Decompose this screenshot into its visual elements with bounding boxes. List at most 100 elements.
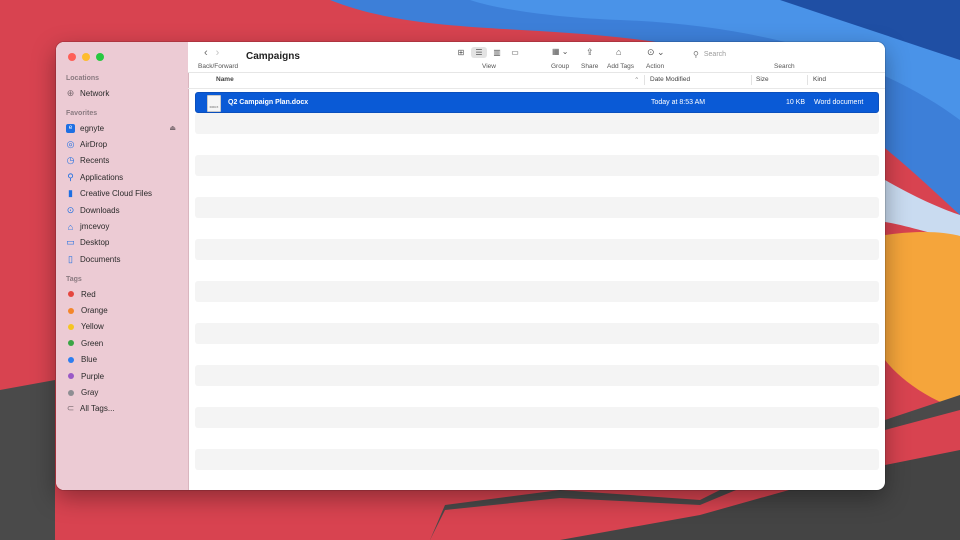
sidebar-item-label: AirDrop — [80, 140, 108, 150]
sidebar-item-network[interactable]: ⊕ Network — [56, 85, 188, 101]
column-divider[interactable] — [807, 75, 808, 85]
word-document-icon: DOCX — [207, 95, 221, 112]
empty-row — [195, 386, 879, 407]
tag-dot-icon — [68, 307, 74, 314]
add-tags-caption: Add Tags — [607, 63, 634, 70]
sidebar-section-tags: Tags Red Orange Yellow Green Blue Purple… — [56, 274, 188, 417]
eject-icon[interactable]: ⏏ — [169, 124, 176, 132]
document-icon: ▮ — [68, 188, 73, 199]
back-forward-caption: Back/Forward — [198, 63, 239, 70]
tag-dot-icon — [68, 389, 74, 396]
icon-view-icon[interactable]: ⊞ — [453, 47, 469, 58]
sidebar-item-applications[interactable]: ⚲ Applications — [56, 169, 188, 185]
column-header: Name ⌃ Date Modified Size Kind — [188, 73, 885, 89]
sidebar-heading: Tags — [66, 276, 82, 283]
group-caption: Group — [551, 63, 570, 70]
empty-row — [195, 113, 879, 134]
search-input[interactable]: Search — [704, 51, 726, 58]
sidebar-item-label: Network — [80, 88, 110, 98]
sidebar: Locations ⊕ Network Favorites e egnyte ⏏… — [56, 42, 189, 490]
sidebar-item-desktop[interactable]: ▭ Desktop — [56, 235, 188, 251]
share-caption: Share — [581, 63, 599, 70]
window-title: Campaigns — [246, 51, 300, 62]
sidebar-item-label: Applications — [80, 172, 124, 182]
empty-row — [195, 323, 879, 344]
sidebar-item-tag-gray[interactable]: Gray — [56, 384, 188, 400]
search-icon: ⚲ — [693, 49, 699, 59]
sidebar-heading: Locations — [66, 75, 100, 82]
sidebar-item-egnyte[interactable]: e egnyte ⏏ — [56, 120, 188, 136]
tag-dot-icon — [68, 291, 74, 298]
tag-dot-icon — [68, 323, 74, 330]
tag-dot-icon — [68, 340, 74, 347]
back-arrow-icon[interactable]: ‹ — [204, 47, 208, 59]
column-name[interactable]: Name — [216, 76, 234, 83]
sidebar-item-documents[interactable]: ▯ Documents — [56, 251, 188, 267]
add-tags-button[interactable]: ⌂ — [616, 47, 621, 57]
group-button[interactable]: ▦ ⌄ — [552, 47, 568, 56]
column-size[interactable]: Size — [756, 76, 769, 83]
empty-row — [195, 155, 879, 176]
share-button[interactable]: ⇪ — [586, 47, 594, 58]
empty-row — [195, 134, 879, 155]
airdrop-icon: ◎ — [66, 139, 75, 150]
forward-arrow-icon[interactable]: › — [216, 47, 220, 59]
applications-icon: ⚲ — [67, 171, 74, 182]
close-window-button[interactable] — [68, 53, 76, 61]
sidebar-item-tag-yellow[interactable]: Yellow — [56, 319, 188, 335]
empty-row — [195, 407, 879, 428]
sidebar-item-label: Downloads — [80, 205, 120, 215]
file-date-modified: Today at 8:53 AM — [651, 99, 706, 106]
sidebar-item-tag-red[interactable]: Red — [56, 286, 188, 302]
search-field[interactable]: ⚲ Search — [693, 48, 868, 60]
sidebar-item-tag-purple[interactable]: Purple — [56, 368, 188, 384]
sidebar-item-label: Desktop — [80, 238, 110, 248]
column-date-modified[interactable]: Date Modified — [650, 76, 690, 83]
gallery-view-icon[interactable]: ▭ — [507, 47, 523, 58]
column-view-icon[interactable]: ▥ — [489, 47, 505, 58]
empty-row — [195, 344, 879, 365]
view-switcher: ⊞ ☰ ▥ ▭ — [453, 47, 525, 58]
sidebar-item-label: Purple — [81, 371, 105, 381]
group-icon: ▦ ⌄ — [552, 47, 569, 56]
sidebar-item-recents[interactable]: ◷ Recents — [56, 153, 188, 169]
empty-row — [195, 260, 879, 281]
download-icon: ⊙ — [66, 204, 75, 215]
sidebar-item-label: Creative Cloud Files — [80, 189, 153, 199]
sidebar-item-label: Blue — [81, 355, 98, 365]
view-caption: View — [482, 63, 496, 70]
sidebar-item-label: egnyte — [80, 123, 105, 133]
sidebar-item-tag-orange[interactable]: Orange — [56, 302, 188, 318]
column-divider[interactable] — [751, 75, 752, 85]
search-caption: Search — [774, 63, 795, 70]
sidebar-item-tag-blue[interactable]: Blue — [56, 352, 188, 368]
window-controls — [68, 53, 104, 61]
sidebar-item-jmcevoy[interactable]: ⌂ jmcevoy — [56, 218, 188, 234]
sidebar-item-label: jmcevoy — [80, 222, 110, 232]
empty-row — [195, 302, 879, 323]
sidebar-item-all-tags[interactable]: ⊂ All Tags... — [56, 401, 188, 417]
empty-row — [195, 176, 879, 197]
list-view-icon[interactable]: ☰ — [471, 47, 487, 58]
sidebar-item-downloads[interactable]: ⊙ Downloads — [56, 202, 188, 218]
action-button[interactable]: ⊙ ⌄ — [647, 47, 665, 58]
sidebar-item-label: Yellow — [81, 322, 104, 332]
file-size: 10 KB — [786, 99, 806, 106]
empty-row — [195, 197, 879, 218]
sidebar-item-creative-cloud-files[interactable]: ▮ Creative Cloud Files — [56, 186, 188, 202]
file-list: Name ⌃ Date Modified Size Kind DOCX Q2 C… — [188, 73, 885, 490]
sort-chevron-icon[interactable]: ⌃ — [634, 76, 639, 84]
toolbar: ‹ › Back/Forward Campaigns ⊞ ☰ ▥ ▭ View ▦… — [188, 42, 885, 73]
column-divider[interactable] — [644, 75, 645, 85]
zoom-window-button[interactable] — [96, 53, 104, 61]
column-kind[interactable]: Kind — [813, 76, 826, 83]
sidebar-item-tag-green[interactable]: Green — [56, 335, 188, 351]
sidebar-item-label: Red — [81, 289, 96, 299]
minimize-window-button[interactable] — [82, 53, 90, 61]
sidebar-item-airdrop[interactable]: ◎ AirDrop — [56, 136, 188, 152]
sidebar-section-favorites: Favorites e egnyte ⏏ ◎ AirDrop ◷ Recents… — [56, 108, 188, 268]
file-row[interactable]: DOCX Q2 Campaign Plan.docx Today at 8:53… — [195, 92, 879, 113]
sidebar-item-label: Green — [81, 338, 104, 348]
network-icon: ⊕ — [66, 87, 75, 98]
file-rows: DOCX Q2 Campaign Plan.docx Today at 8:53… — [195, 92, 879, 470]
